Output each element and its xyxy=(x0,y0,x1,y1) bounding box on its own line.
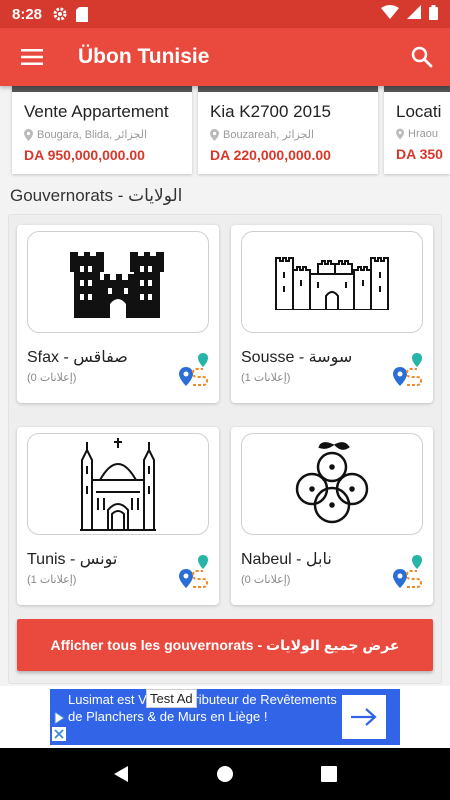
recent-listings-carousel[interactable]: Vente Appartement Bougara, Blida, الجزائ… xyxy=(0,86,450,178)
listing-location-text: Bouzareah, الجزائر xyxy=(223,129,315,141)
governorate-ad-count: (1 إعلانات) xyxy=(27,574,77,586)
governorate-ad-count: (1 إعلانات) xyxy=(241,372,291,384)
listing-price: DA 220,000,000.00 xyxy=(210,147,331,163)
oranges-icon xyxy=(241,433,423,535)
location-pin-icon xyxy=(210,128,219,141)
sd-card-icon xyxy=(76,6,89,22)
listing-location-text: Hraou xyxy=(408,128,438,140)
ad-banner: Lusimat est Votre Distributeur de Revête… xyxy=(0,686,450,748)
listing-card[interactable]: Kia K2700 2015 Bouzareah, الجزائر DA 220… xyxy=(198,86,378,174)
map-location-icon[interactable] xyxy=(179,351,209,387)
listing-price: DA 350 xyxy=(396,146,443,162)
governorate-ad-count: (0 إعلانات) xyxy=(27,372,77,384)
cathedral-icon xyxy=(27,433,209,535)
listing-location: Bouzareah, الجزائر xyxy=(210,128,366,141)
map-location-icon[interactable] xyxy=(393,351,423,387)
signal-icon xyxy=(407,5,421,23)
test-ad-label: Test Ad xyxy=(146,689,197,708)
app-bar: Übon Tunisie xyxy=(0,28,450,86)
status-bar: 8:28 xyxy=(0,0,450,28)
close-icon[interactable] xyxy=(52,727,66,741)
listing-title: Kia K2700 2015 xyxy=(210,102,331,121)
governorate-card-nabeul[interactable]: Nabeul - نابل (0 إعلانات) xyxy=(231,427,433,605)
location-pin-icon xyxy=(396,128,405,140)
listing-card[interactable]: Vente Appartement Bougara, Blida, الجزائ… xyxy=(12,86,192,174)
battery-icon xyxy=(429,4,438,24)
wifi-icon xyxy=(381,5,399,23)
governorates-grid: Sfax - صفاقس (0 إعلانات) Sousse - سوسة (… xyxy=(8,214,442,684)
hamburger-menu-icon[interactable] xyxy=(0,28,64,86)
governorate-name: Sfax - صفاقس xyxy=(27,349,128,366)
search-icon[interactable] xyxy=(394,28,450,86)
ad-content[interactable]: Lusimat est Votre Distributeur de Revête… xyxy=(50,689,400,745)
app-title: Übon Tunisie xyxy=(78,45,210,68)
status-time: 8:28 xyxy=(12,5,43,23)
ad-text: Lusimat est Votre Distributeur de Revête… xyxy=(68,692,337,724)
main-content: Vente Appartement Bougara, Blida, الجزائ… xyxy=(0,86,450,686)
listing-location: Hraou xyxy=(396,128,438,140)
arrow-right-icon xyxy=(351,708,377,726)
listing-title: Locati xyxy=(396,102,442,121)
settings-status-icon xyxy=(52,6,68,22)
governorate-ad-count: (0 إعلانات) xyxy=(241,574,291,586)
recents-icon[interactable] xyxy=(320,766,337,782)
section-title: Gouvernorats - الولايات xyxy=(10,186,183,205)
ad-arrow-button[interactable] xyxy=(342,695,386,739)
map-location-icon[interactable] xyxy=(179,553,209,589)
home-icon[interactable] xyxy=(216,765,234,783)
back-icon[interactable] xyxy=(113,765,129,783)
governorate-card-sfax[interactable]: Sfax - صفاقس (0 إعلانات) xyxy=(17,225,219,403)
listing-price: DA 950,000,000.00 xyxy=(24,147,145,163)
governorate-name: Nabeul - نابل xyxy=(241,551,332,568)
listing-location: Bougara, Blida, الجزائر xyxy=(24,128,180,141)
castle-icon xyxy=(27,231,209,333)
listing-title: Vente Appartement xyxy=(24,102,169,121)
map-location-icon[interactable] xyxy=(393,553,423,589)
location-pin-icon xyxy=(24,128,33,141)
fortress-icon xyxy=(241,231,423,333)
governorate-card-tunis[interactable]: Tunis - تونس (1 إعلانات) xyxy=(17,427,219,605)
listing-card[interactable]: Locati Hraou DA 350 xyxy=(384,86,450,174)
governorate-name: Sousse - سوسة xyxy=(241,349,353,366)
show-all-governorates-button[interactable]: Afficher tous les gouvernorats - عرض جمي… xyxy=(17,619,433,671)
listing-location-text: Bougara, Blida, الجزائر xyxy=(37,129,148,141)
system-navigation-bar xyxy=(0,748,450,800)
ad-choices[interactable] xyxy=(52,711,66,741)
governorate-card-sousse[interactable]: Sousse - سوسة (1 إعلانات) xyxy=(231,225,433,403)
ad-choices-icon[interactable] xyxy=(52,711,66,725)
governorate-name: Tunis - تونس xyxy=(27,551,118,568)
